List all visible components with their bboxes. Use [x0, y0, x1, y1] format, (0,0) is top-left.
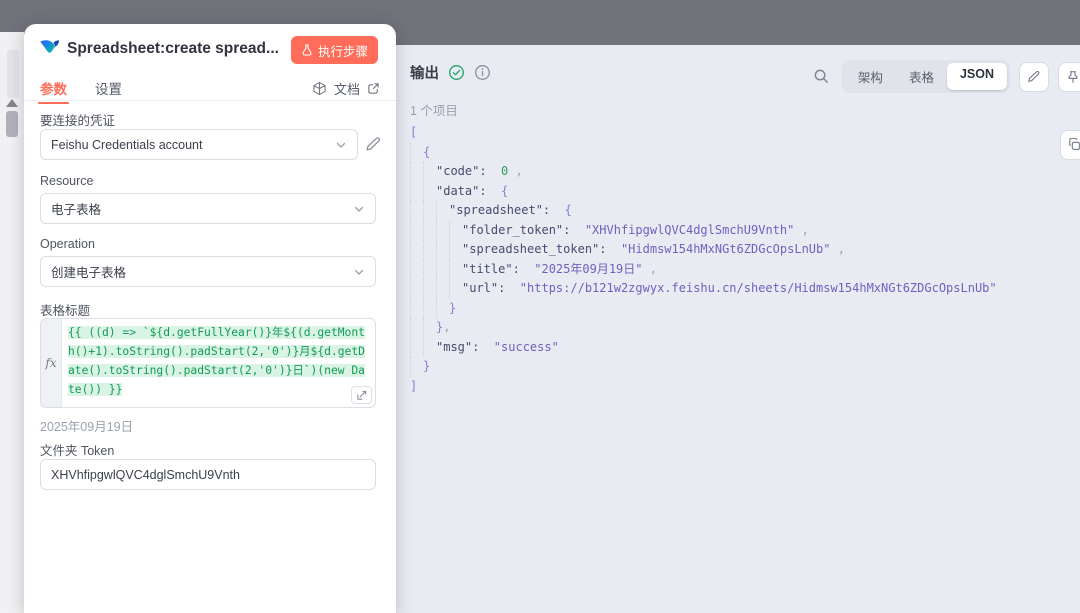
sheet-title-label: 表格标题 [40, 300, 90, 319]
expression-editor[interactable]: fx {{ ((d) => `${d.getFullYear()}年${(d.g… [40, 318, 376, 408]
output-view-switch: 架构表格JSON [842, 60, 1010, 93]
expand-icon [356, 390, 367, 401]
chevron-down-icon [353, 203, 365, 215]
info-icon[interactable] [474, 64, 491, 81]
view-tab-表格[interactable]: 表格 [896, 63, 947, 90]
card-tab[interactable]: 参数 [40, 78, 67, 98]
chevron-down-icon [335, 139, 347, 151]
pencil-icon [1027, 70, 1041, 84]
items-count: 1 个项目 [410, 100, 458, 119]
chevron-down-icon [353, 266, 365, 278]
node-detail-card: Spreadsheet:create spread... 执行步骤 参数 设置 文… [24, 24, 396, 613]
copy-icon [1068, 138, 1080, 152]
docs-link[interactable]: 文档 [334, 79, 360, 98]
expression-line: h()+1).toString().padStart(2,'0')}月${d.g… [68, 342, 369, 361]
flask-icon [301, 44, 313, 57]
json-output-view: [{"code": 0 ,"data": {"spreadsheet": {"f… [410, 123, 997, 396]
resource-select[interactable]: 电子表格 [40, 193, 376, 224]
left-edge-strip [0, 32, 24, 613]
pin-data-button[interactable] [1058, 62, 1080, 92]
scrollbar-track[interactable] [7, 50, 19, 98]
pin-icon [1066, 70, 1080, 84]
credential-label: 要连接的凭证 [40, 110, 115, 129]
json-line: }, [410, 318, 997, 338]
resource-value: 电子表格 [51, 199, 101, 218]
feishu-logo-icon [38, 37, 61, 60]
expression-line: te()) }} [68, 380, 369, 399]
json-line: "data": { [410, 182, 997, 202]
json-line: "folder_token": "XHVhfipgwlQVC4dglSmchU9… [410, 221, 997, 241]
expand-expression-button[interactable] [351, 386, 372, 404]
expression-result-preview: 2025年09月19日 [40, 416, 133, 435]
json-line: "spreadsheet_token": "Hidmsw154hMxNGt6ZD… [410, 240, 997, 260]
expression-code[interactable]: {{ ((d) => `${d.getFullYear()}年${(d.getM… [62, 319, 375, 407]
json-line: "title": "2025年09月19日" , [410, 260, 997, 280]
json-line: "url": "https://b121w2zgwyx.feishu.cn/sh… [410, 279, 997, 299]
output-title: 输出 [410, 62, 439, 83]
card-tab[interactable]: 设置 [95, 78, 122, 98]
expression-line: ate().toString().padStart(2,'0')}日`)(new… [68, 361, 369, 380]
expression-line: {{ ((d) => `${d.getFullYear()}年${(d.getM… [68, 323, 369, 342]
folder-token-input[interactable]: XHVhfipgwlQVC4dglSmchU9Vnth [40, 459, 376, 490]
fx-badge: fx [41, 319, 62, 407]
search-icon[interactable] [813, 68, 830, 85]
node-title: Spreadsheet:create spread... [67, 40, 279, 58]
external-link-icon[interactable] [367, 82, 380, 95]
operation-select[interactable]: 创建电子表格 [40, 256, 376, 287]
card-tabs-row: 参数 设置 文档 [24, 76, 396, 101]
output-panel: 输出 架构表格JSON [396, 45, 1080, 613]
credential-select[interactable]: Feishu Credentials account [40, 129, 358, 160]
folder-token-value: XHVhfipgwlQVC4dglSmchU9Vnth [51, 468, 240, 482]
json-line: { [410, 143, 997, 163]
copy-output-button[interactable] [1060, 130, 1080, 160]
json-line: "spreadsheet": { [410, 201, 997, 221]
view-tab-JSON[interactable]: JSON [947, 63, 1007, 90]
edit-output-button[interactable] [1019, 62, 1049, 92]
edit-credential-pencil-icon[interactable] [365, 136, 382, 153]
package-cube-icon[interactable] [312, 81, 327, 96]
json-line: } [410, 357, 997, 377]
folder-token-label: 文件夹 Token [40, 440, 114, 459]
operation-label: Operation [40, 237, 95, 251]
resource-label: Resource [40, 174, 94, 188]
scroll-up-arrow-icon[interactable] [6, 99, 18, 107]
credential-value: Feishu Credentials account [51, 138, 202, 152]
run-step-label: 执行步骤 [318, 41, 368, 60]
screen: Spreadsheet:create spread... 执行步骤 参数 设置 文… [0, 0, 1080, 613]
json-line: "msg": "success" [410, 338, 997, 358]
json-line: } [410, 299, 997, 319]
json-line: "code": 0 , [410, 162, 997, 182]
run-step-button[interactable]: 执行步骤 [291, 36, 378, 64]
success-check-icon [448, 64, 465, 81]
scrollbar-thumb[interactable] [6, 111, 18, 137]
json-line: ] [410, 377, 997, 397]
view-tab-架构[interactable]: 架构 [845, 63, 896, 90]
operation-value: 创建电子表格 [51, 262, 126, 281]
param-settings-tabs: 参数 设置 [40, 78, 122, 98]
json-line: [ [410, 123, 997, 143]
